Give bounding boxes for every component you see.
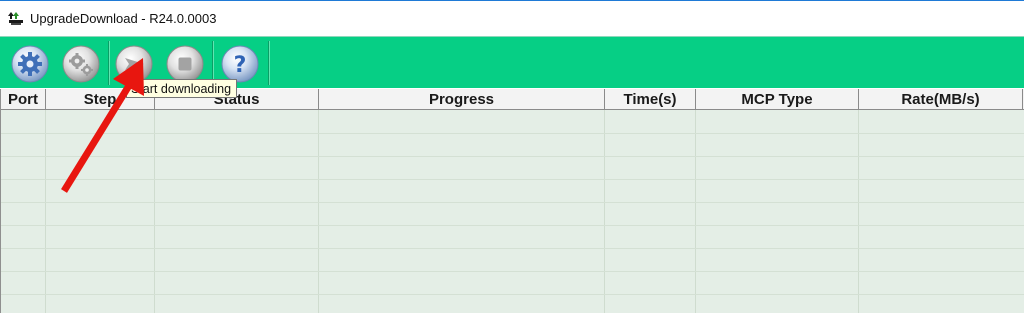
grid-row-divider bbox=[1, 133, 1024, 134]
column-header-port[interactable]: Port bbox=[1, 89, 46, 110]
title-bar: UpgradeDownload - R24.0.0003 bbox=[0, 0, 1024, 36]
grid-row-divider bbox=[1, 248, 1024, 249]
stop-icon bbox=[166, 45, 204, 83]
toolbar-separator bbox=[268, 41, 269, 85]
grid-row-divider bbox=[1, 202, 1024, 203]
gears-icon bbox=[62, 45, 100, 83]
start-button[interactable] bbox=[115, 45, 153, 83]
svg-text:?: ? bbox=[234, 53, 247, 78]
column-header-rate[interactable]: Rate(MB/s) bbox=[859, 89, 1023, 110]
grid-column-divider bbox=[154, 110, 155, 313]
port-status-table[interactable]: Port Step Status Progress Time(s) MCP Ty… bbox=[0, 89, 1024, 313]
help-button[interactable]: ? bbox=[221, 45, 259, 83]
window-title: UpgradeDownload - R24.0.0003 bbox=[30, 11, 217, 26]
column-header-mcp-type[interactable]: MCP Type bbox=[696, 89, 859, 110]
play-arrow-icon bbox=[115, 45, 153, 83]
gear-icon bbox=[11, 45, 49, 83]
grid-column-divider bbox=[858, 110, 859, 313]
toolbar-separator bbox=[108, 41, 109, 85]
app-icon bbox=[8, 12, 23, 25]
grid-column-divider bbox=[695, 110, 696, 313]
grid-column-divider bbox=[604, 110, 605, 313]
advanced-settings-button[interactable] bbox=[62, 45, 100, 83]
grid-row-divider bbox=[1, 271, 1024, 272]
settings-button[interactable] bbox=[11, 45, 49, 83]
grid-row-divider bbox=[1, 156, 1024, 157]
question-mark-icon: ? bbox=[221, 45, 259, 83]
grid-column-divider bbox=[318, 110, 319, 313]
grid-row-divider bbox=[1, 179, 1024, 180]
start-downloading-tooltip: Start downloading bbox=[126, 79, 238, 98]
grid-row-divider bbox=[1, 294, 1024, 295]
grid-row-divider bbox=[1, 225, 1024, 226]
column-header-time[interactable]: Time(s) bbox=[605, 89, 696, 110]
grid-column-divider bbox=[45, 110, 46, 313]
column-header-progress[interactable]: Progress bbox=[319, 89, 605, 110]
stop-button[interactable] bbox=[166, 45, 204, 83]
